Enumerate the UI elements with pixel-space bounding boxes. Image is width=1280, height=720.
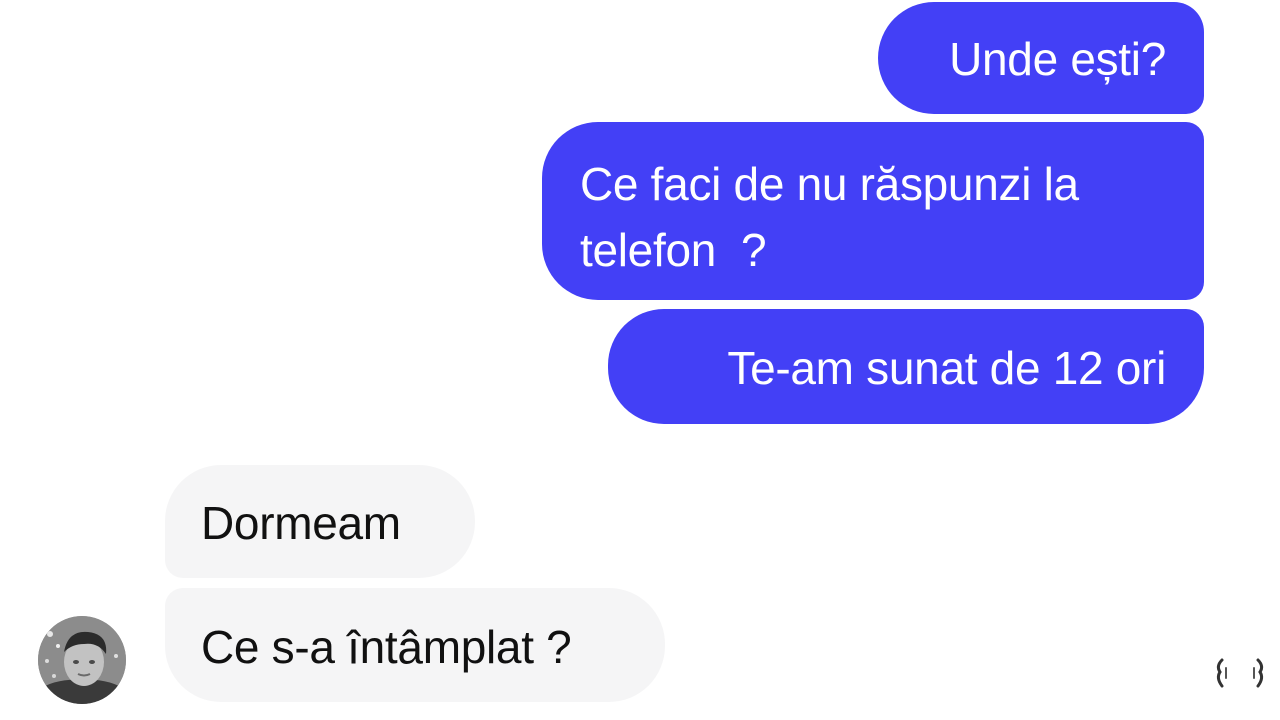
incoming-message-bubble[interactable]: Ce s-a întâmplat ? — [165, 588, 665, 702]
outgoing-message-bubble[interactable]: Ce faci de nu răspunzi la telefon ? — [542, 122, 1204, 300]
incoming-message-bubble[interactable]: Dormeam — [165, 465, 475, 578]
chat-conversation: Unde ești? Ce faci de nu răspunzi la tel… — [0, 0, 1280, 720]
message-text: Ce s-a întâmplat ? — [201, 621, 572, 673]
outgoing-message-bubble[interactable]: Te-am sunat de 12 ori — [608, 309, 1204, 424]
contact-avatar-icon — [38, 616, 126, 704]
seen-indicator-icon — [1216, 658, 1264, 688]
message-text: Dormeam — [201, 497, 401, 549]
message-text: Te-am sunat de 12 ori — [727, 342, 1166, 394]
message-text: Ce faci de nu răspunzi la telefon ? — [580, 158, 1092, 276]
contact-avatar[interactable] — [38, 616, 126, 704]
outgoing-message-bubble[interactable]: Unde ești? — [878, 2, 1204, 114]
message-text: Unde ești? — [949, 33, 1166, 85]
